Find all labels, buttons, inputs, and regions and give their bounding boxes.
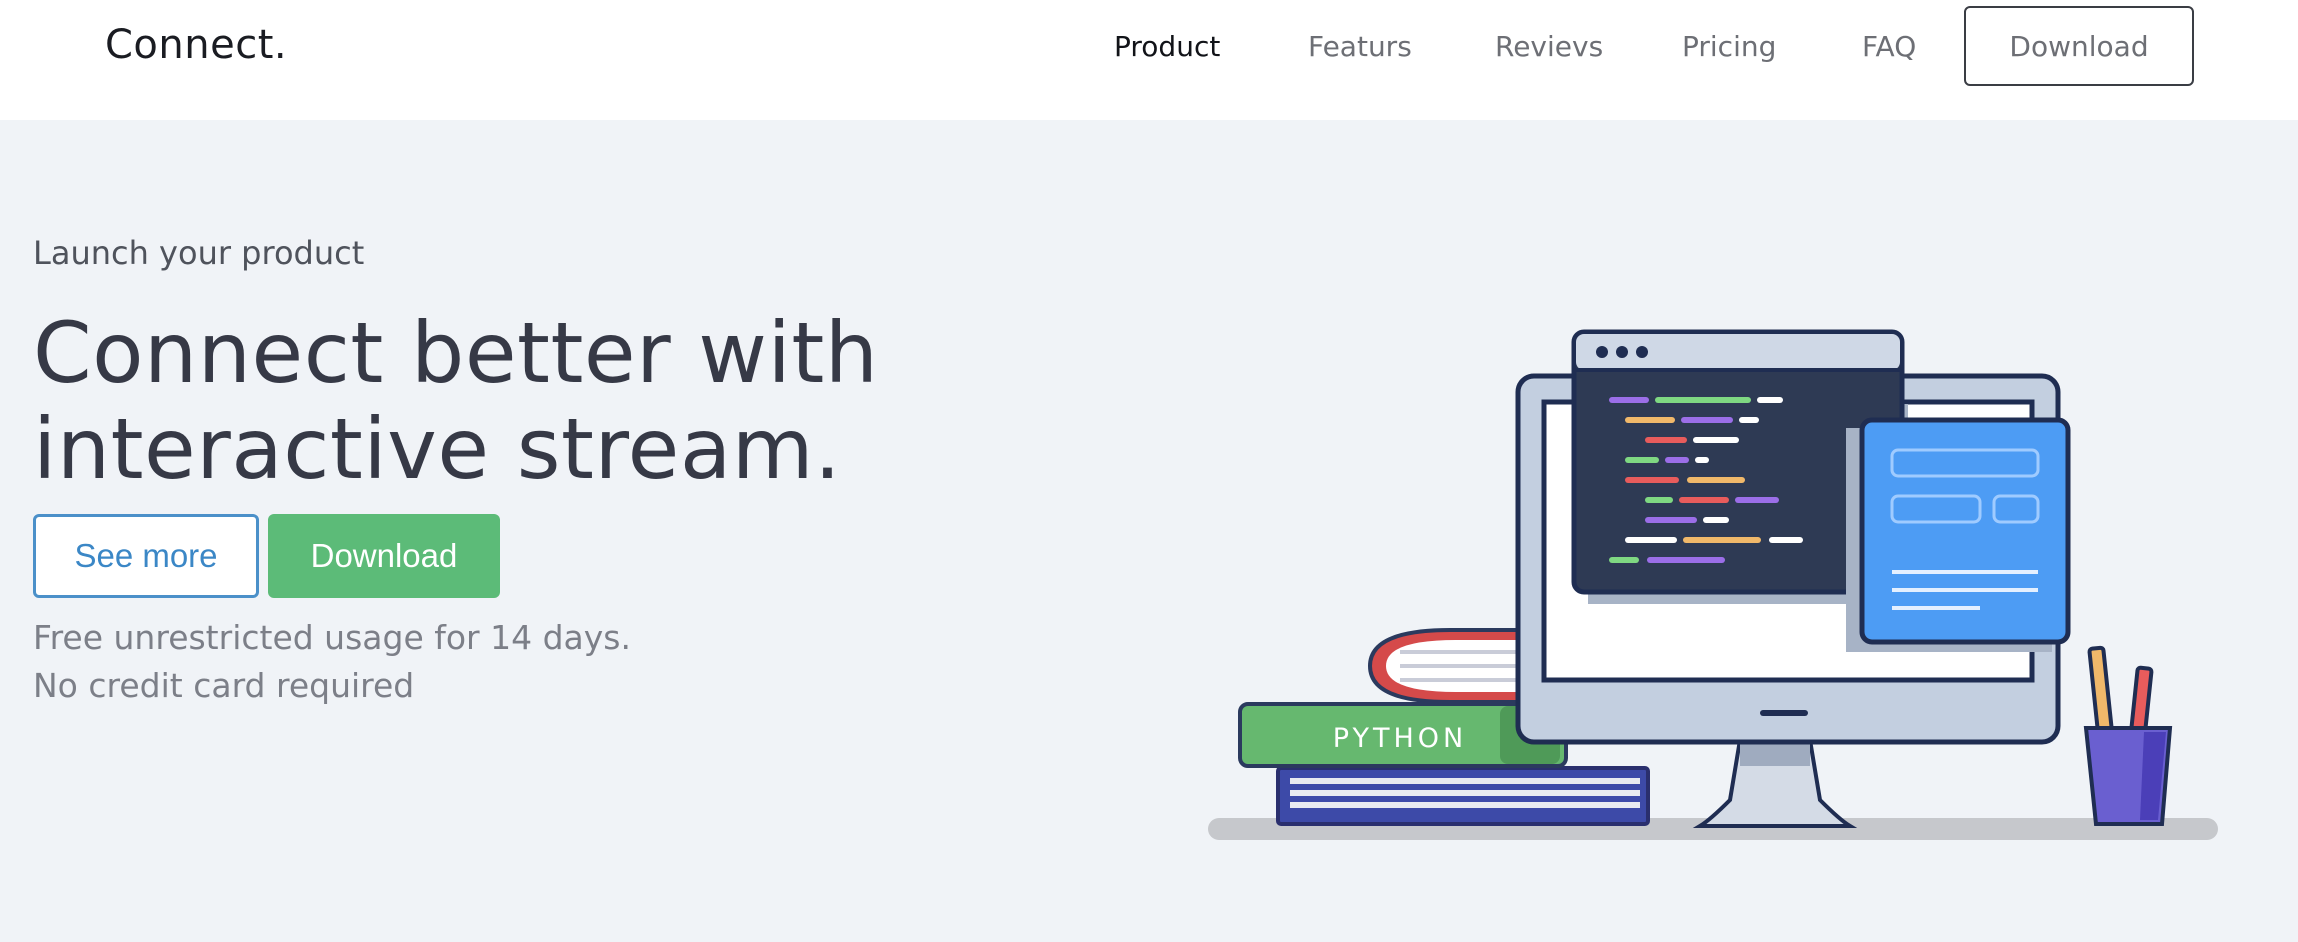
hero-title-line2: interactive stream. <box>33 400 842 498</box>
nav-link-pricing[interactable]: Pricing <box>1682 30 1776 63</box>
nav-link-faq[interactable]: FAQ <box>1862 30 1916 63</box>
desk-computer-illustration: PYTHON <box>1208 329 2218 840</box>
hero-title-line1: Connect better with <box>33 304 879 402</box>
navbar: Connect. Product Featurs Revievs Pricing… <box>0 0 2298 120</box>
hero-download-button[interactable]: Download <box>268 514 500 598</box>
credit-card-note: No credit card required <box>33 666 415 705</box>
see-more-button[interactable]: See more <box>33 514 259 598</box>
form-card <box>1846 417 2071 652</box>
hero-eyebrow: Launch your product <box>33 234 365 272</box>
trial-note: Free unrestricted usage for 14 days. <box>33 618 631 657</box>
hero-title: Connect better with interactive stream. <box>33 305 993 497</box>
brand-logo[interactable]: Connect. <box>105 22 287 68</box>
nav-link-reviews[interactable]: Revievs <box>1495 30 1603 63</box>
nav-link-product[interactable]: Product <box>1114 30 1220 63</box>
nav-link-features[interactable]: Featurs <box>1308 30 1412 63</box>
book-label: PYTHON <box>1333 723 1467 754</box>
nav-download-button[interactable]: Download <box>1964 6 2194 86</box>
pencil-cup-icon <box>2083 645 2173 826</box>
